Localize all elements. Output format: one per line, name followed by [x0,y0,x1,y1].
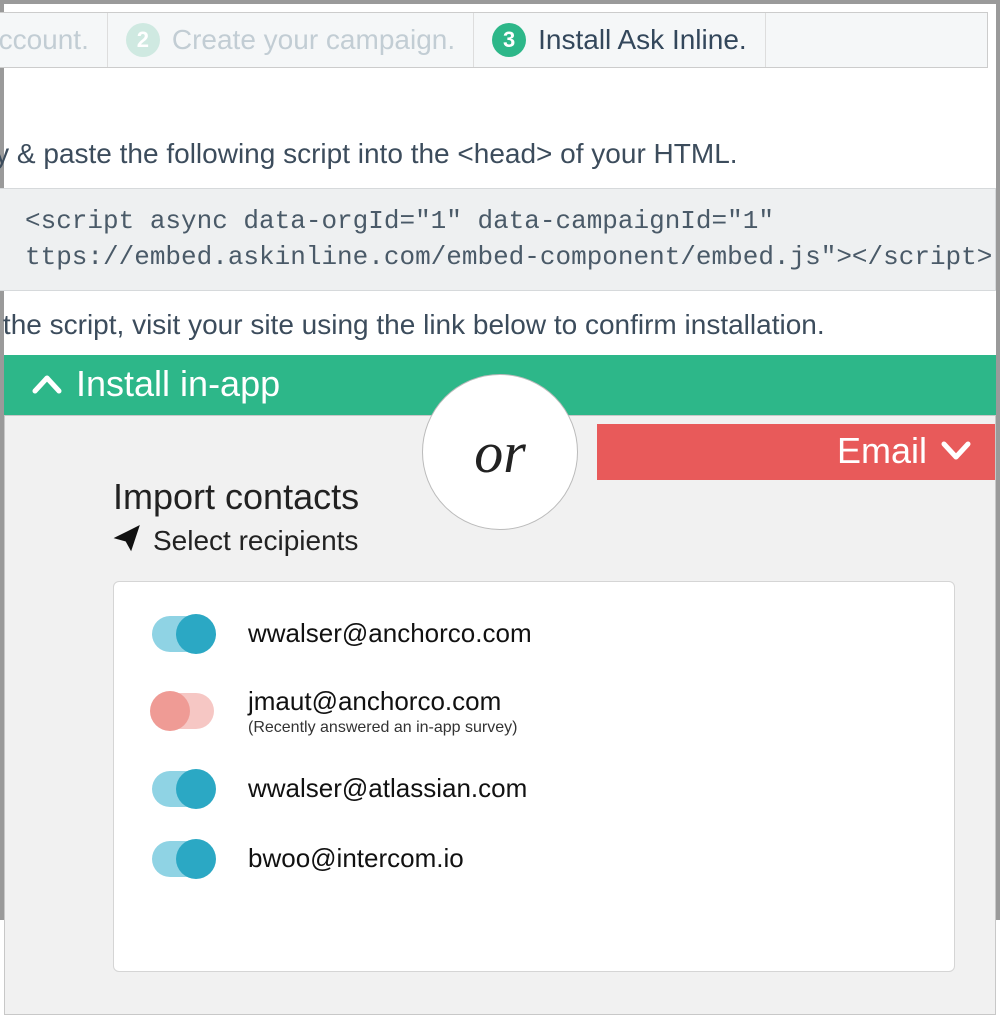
contact-row: wwalser@atlassian.com [152,771,924,807]
contact-toggle[interactable] [152,616,214,652]
install-in-app-label: Install in-app [76,363,280,405]
wizard-step-3[interactable]: 3 Install Ask Inline. [474,13,766,67]
wizard-step-3-label: Install Ask Inline. [538,24,747,56]
chevron-down-icon [941,440,971,462]
wizard-step-1-label: account. [0,24,89,56]
select-recipients-row: Select recipients [113,524,995,559]
contact-text: jmaut@anchorco.com (Recently answered an… [248,686,517,737]
wizard-steps: account. 2 Create your campaign. 3 Insta… [0,12,988,68]
contact-toggle[interactable] [152,841,214,877]
contact-email: wwalser@anchorco.com [248,618,532,649]
email-bar-label: Email [837,430,927,472]
paper-plane-icon [113,524,153,559]
select-recipients-label: Select recipients [153,525,358,557]
contact-row: jmaut@anchorco.com (Recently answered an… [152,686,924,737]
contact-note: (Recently answered an in-app survey) [248,719,517,737]
code-line-2: ttps://embed.askinline.com/embed-compone… [25,242,992,272]
contact-text: wwalser@atlassian.com [248,773,527,804]
contacts-card: wwalser@anchorco.com jmaut@anchorco.com … [113,581,955,972]
contact-toggle[interactable] [152,771,214,807]
or-label: or [474,419,526,486]
contact-text: wwalser@anchorco.com [248,618,532,649]
contact-email: bwoo@intercom.io [248,843,464,874]
install-panel: account. 2 Create your campaign. 3 Insta… [4,12,996,415]
contact-email: wwalser@atlassian.com [248,773,527,804]
install-instruction-1: opy & paste the following script into th… [0,138,996,170]
embed-script-code[interactable]: <script async data-orgId="1" data-campai… [0,188,996,291]
contact-text: bwoo@intercom.io [248,843,464,874]
wizard-step-2-label: Create your campaign. [172,24,455,56]
contact-email: jmaut@anchorco.com [248,686,517,717]
step-badge-3: 3 [492,23,526,57]
contact-toggle[interactable] [152,693,214,729]
chevron-up-icon [32,373,62,395]
wizard-step-2[interactable]: 2 Create your campaign. [108,13,474,67]
email-bar[interactable]: Email [597,424,995,480]
step-badge-2: 2 [126,23,160,57]
or-divider: or [422,374,578,530]
wizard-step-1[interactable]: account. [0,13,108,67]
contact-row: wwalser@anchorco.com [152,616,924,652]
code-line-1: <script async data-orgId="1" data-campai… [25,206,774,236]
install-instruction-2: ng the script, visit your site using the… [0,309,996,341]
contact-row: bwoo@intercom.io [152,841,924,877]
